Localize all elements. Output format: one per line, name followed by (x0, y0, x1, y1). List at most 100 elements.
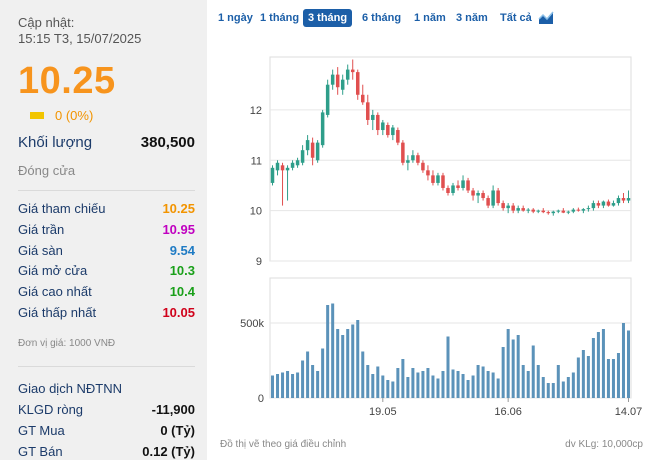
candle-body (411, 155, 415, 161)
volume-bar (316, 371, 320, 398)
candle-body (471, 190, 475, 196)
volume-bar (626, 330, 630, 398)
volume-bar (606, 359, 610, 398)
volume-bar (456, 371, 460, 398)
candle-body (340, 79, 345, 90)
volume-bar (576, 357, 580, 398)
candle-body (345, 69, 350, 80)
candle-body (516, 208, 520, 211)
volume-bar (436, 378, 440, 398)
candle-body (621, 198, 626, 201)
volume-bar (356, 320, 360, 398)
volume-bar (546, 383, 550, 398)
volume-bar (461, 374, 465, 398)
volume-bar (601, 329, 605, 398)
volume-bar (561, 381, 565, 398)
candle-body (305, 140, 310, 151)
volume-bar (306, 351, 310, 398)
x-tick-label: 14.07 (615, 406, 643, 418)
volume-bar (541, 377, 545, 398)
volume-bar (381, 375, 385, 398)
candle-body (461, 180, 465, 188)
candle-body (426, 170, 430, 176)
volume-bar (451, 369, 455, 398)
candle-body (576, 209, 581, 211)
candle-body (285, 167, 290, 171)
candle-body (275, 162, 280, 171)
candle-body (511, 205, 515, 211)
volume-bar (621, 323, 625, 398)
volume-bar (391, 381, 395, 398)
volume-bar (396, 368, 400, 398)
volume-bar (286, 371, 290, 398)
volume-bar (486, 371, 490, 398)
volume-bar (511, 339, 515, 398)
volume-bar (421, 371, 425, 398)
footer-note: Đồ thị vẽ theo giá điều chỉnh (220, 439, 347, 450)
candle-body (290, 162, 295, 168)
candle-body (476, 193, 480, 196)
candle-body (446, 187, 450, 193)
candle-body (566, 211, 571, 213)
volume-bar (466, 380, 470, 398)
candle-body (556, 210, 561, 212)
candle-body (421, 162, 425, 171)
volume-bar (501, 347, 505, 398)
volume-bar (481, 366, 485, 398)
volume-bar (406, 377, 410, 398)
candle-body (481, 193, 485, 199)
candle-body (541, 210, 546, 213)
volume-bar (281, 372, 285, 398)
volume-bar (416, 372, 420, 398)
volume-bar (571, 372, 575, 398)
candle-body (606, 201, 611, 206)
volume-bar (271, 375, 275, 398)
candle-body (325, 84, 330, 115)
candle-body (496, 190, 500, 204)
candle-body (611, 203, 616, 206)
candle-body (466, 180, 470, 191)
volume-bar (371, 374, 375, 398)
volume-bar (556, 365, 560, 398)
volume-bar (311, 365, 315, 398)
volume-bar (431, 375, 435, 398)
candle-body (300, 150, 305, 163)
price-tick-label: 11 (251, 155, 262, 167)
volume-unit-note: dv KLg: 10,000cp (565, 439, 643, 450)
price-panel-frame (269, 56, 632, 262)
candle-body (601, 201, 606, 206)
candle-body (376, 114, 380, 131)
volume-bar (321, 348, 325, 398)
volume-bar (491, 372, 495, 398)
x-tick-label: 16.06 (494, 406, 522, 418)
candle-body (486, 198, 490, 206)
volume-bar (586, 356, 590, 398)
volume-bar (526, 371, 530, 398)
candle-body (381, 122, 385, 131)
x-tick-label: 19.05 (369, 406, 397, 418)
candle-body (586, 208, 591, 210)
volume-bar (611, 359, 615, 398)
volume-bar (401, 359, 405, 398)
volume-bar (326, 305, 330, 398)
candle-body (401, 142, 405, 163)
candle-body (315, 142, 320, 161)
candle-body (335, 74, 340, 88)
candle-body (391, 127, 395, 136)
price-tick-label: 12 (250, 105, 262, 117)
volume-bar (496, 378, 500, 398)
candle-body (310, 142, 315, 158)
candle-body (355, 72, 360, 95)
candle-body (295, 160, 300, 166)
candle-body (320, 112, 325, 146)
candle-body (386, 125, 390, 136)
volume-bar (376, 366, 380, 398)
candle-body (366, 102, 370, 120)
volume-bar (411, 368, 415, 398)
candle-body (361, 94, 365, 103)
volume-bar (361, 351, 365, 398)
candle-body (571, 209, 576, 212)
volume-tick-label: 0 (258, 393, 264, 405)
volume-bar (441, 371, 445, 398)
candle-body (596, 203, 601, 206)
